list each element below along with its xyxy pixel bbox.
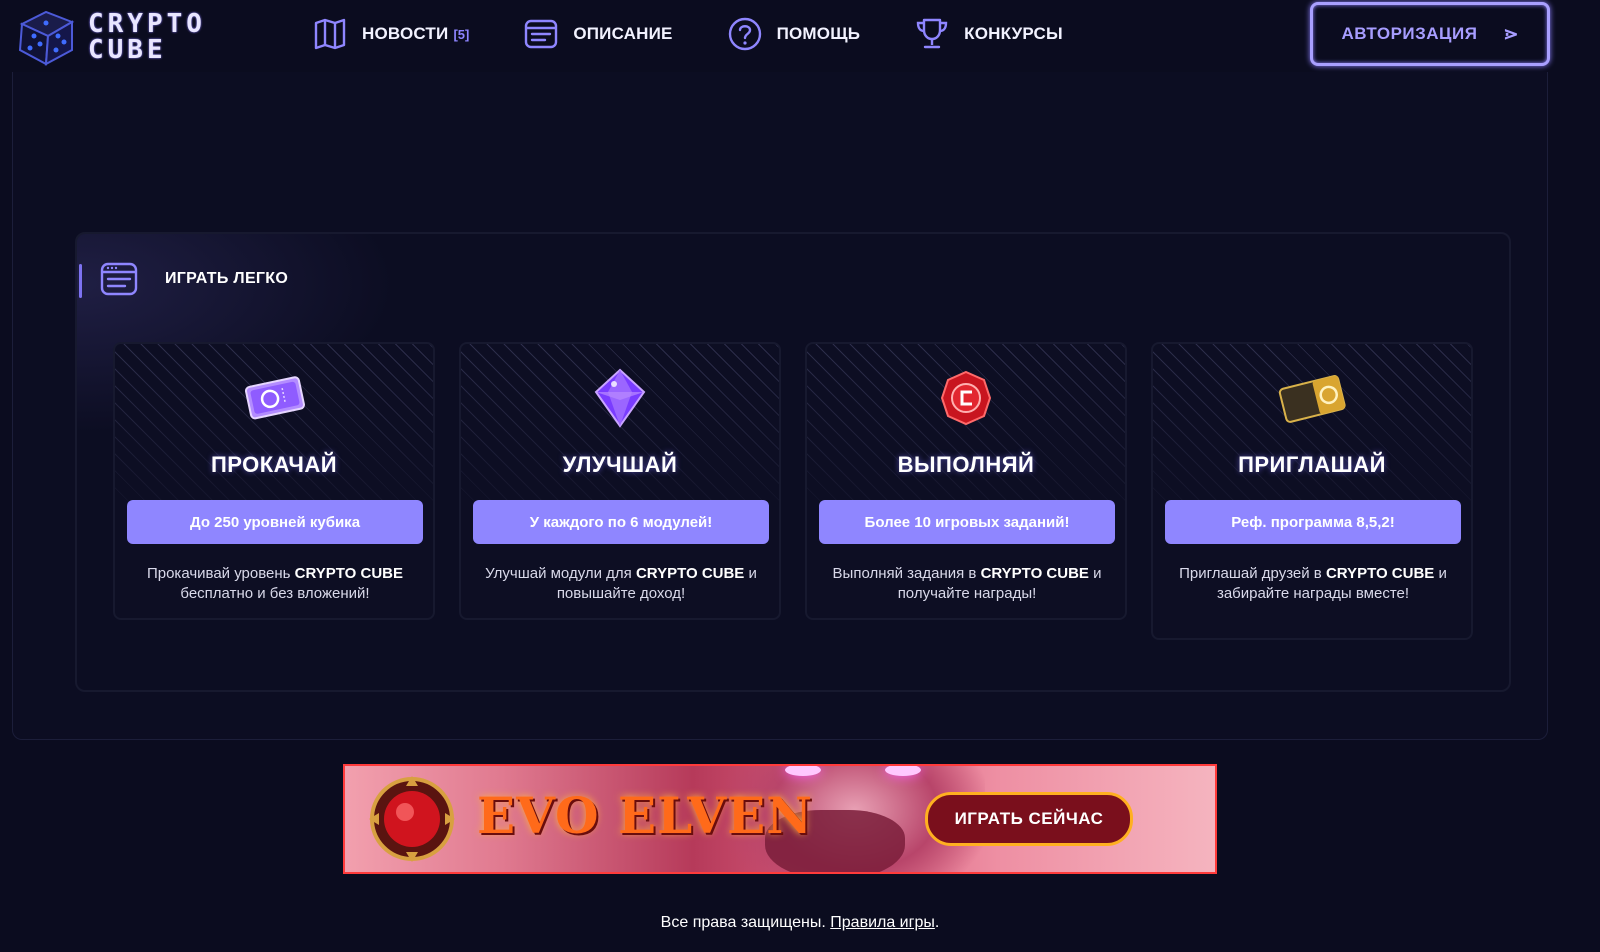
dice-cube-icon (18, 10, 75, 66)
banner-eye-glow (785, 766, 821, 776)
document-list-icon (525, 19, 558, 49)
play-now-button[interactable]: ИГРАТЬ СЕЙЧАС (925, 792, 1133, 846)
card-title: УЛУЧШАЙ (562, 452, 678, 477)
card-title: ВЫПОЛНЯЙ (897, 452, 1035, 477)
card-description: Приглашай друзей в CRYPTO CUBE и забирай… (1171, 564, 1455, 604)
banner-game-logo: EVO ELVEN (477, 786, 813, 845)
nav-label-contests: КОНКУРСЫ (964, 24, 1063, 43)
desc-brand: CRYPTO CUBE (1325, 565, 1435, 582)
gold-card-icon (1278, 375, 1346, 423)
card-feature-button[interactable]: Более 10 игровых заданий! (819, 500, 1115, 544)
purple-crystal-icon (594, 368, 646, 428)
card-feature-button[interactable]: До 250 уровней кубика (127, 500, 423, 544)
desc-text: Выполняй задания в (832, 565, 981, 582)
ticket-icon (244, 376, 305, 420)
footer-period: . (934, 914, 940, 931)
game-rules-link[interactable]: Правила игры (830, 914, 935, 931)
card-description: Выполняй задания в CRYPTO CUBE и получай… (825, 564, 1109, 604)
site-footer: Все права защищены. Правила игры. (0, 914, 1600, 932)
desc-text: Улучшай модули для (485, 565, 636, 582)
section-accent-bar (79, 264, 82, 298)
desc-brand: CRYPTO CUBE (980, 565, 1089, 582)
help-circle-icon (728, 17, 761, 51)
desc-text: Прокачивай уровень (146, 565, 295, 582)
feature-card-invite-friends: ПРИГЛАШАЙ Реф. программа 8,5,2! Приглаша… (1151, 342, 1473, 640)
authorization-label: АВТОРИЗАЦИЯ (1341, 24, 1478, 43)
card-description: Улучшай модули для CRYPTO CUBE и повышай… (479, 564, 763, 604)
evo-elven-ad-banner[interactable]: EVO ELVEN ИГРАТЬ СЕЙЧАС (343, 764, 1217, 874)
brand-wordmark: CRYPTO CUBE (88, 11, 258, 63)
feature-card-upgrade-level: ПРОКАЧАЙ До 250 уровней кубика Прокачива… (113, 342, 435, 620)
nav-item-help[interactable]: ПОМОЩЬ (727, 16, 861, 52)
desc-brand: CRYPTO CUBE (294, 565, 404, 582)
main-container: ИГРАТЬ ЛЕГКО ПРОКАЧАЙ До 250 уровней куб… (12, 72, 1548, 740)
nav-item-contests[interactable]: КОНКУРСЫ (914, 16, 1063, 52)
card-description: Прокачивай уровень CRYPTO CUBE бесплатно… (133, 564, 417, 604)
arrow-right-icon: ⋗ (1503, 23, 1519, 44)
section-title: ИГРАТЬ ЛЕГКО (165, 270, 289, 287)
news-count-badge: [5] (453, 26, 470, 42)
feature-card-improve-modules: УЛУЧШАЙ У каждого по 6 модулей! Улучшай … (459, 342, 781, 620)
nav-item-description[interactable]: ОПИСАНИЕ (523, 16, 672, 52)
trophy-icon (916, 18, 948, 49)
nav-item-news[interactable]: НОВОСТИ [5] (312, 16, 469, 52)
red-token-icon (940, 370, 992, 426)
red-gem-emblem-icon (369, 776, 455, 862)
desc-text: бесплатно и без вложений! (180, 585, 370, 602)
nav-label-description: ОПИСАНИЕ (573, 24, 673, 43)
desc-text: Приглашай друзей в (1179, 565, 1326, 582)
main-nav: НОВОСТИ [5] ОПИСАНИЕ ПОМОЩЬ КОНКУРСЫ (312, 16, 1117, 52)
section-header: ИГРАТЬ ЛЕГКО (99, 260, 288, 298)
card-title: ПРИГЛАШАЙ (1238, 452, 1386, 477)
authorization-button[interactable]: АВТОРИЗАЦИЯ ⋗ (1310, 2, 1550, 66)
card-title: ПРОКАЧАЙ (210, 452, 338, 477)
feature-card-complete-tasks: ВЫПОЛНЯЙ Более 10 игровых заданий! Выпол… (805, 342, 1127, 620)
nav-label-help: ПОМОЩЬ (776, 24, 861, 43)
map-icon (314, 18, 346, 50)
desc-brand: CRYPTO CUBE (635, 565, 745, 582)
banner-eye-glow (885, 766, 921, 776)
brand-line-1: CRYPTO (88, 9, 206, 39)
copyright-text: Все права защищены. (660, 914, 826, 931)
card-feature-button[interactable]: У каждого по 6 модулей! (473, 500, 769, 544)
nav-label-news: НОВОСТИ (362, 24, 449, 43)
site-header: CRYPTO CUBE НОВОСТИ [5] ОПИСАНИЕ ПОМОЩЬ … (0, 0, 1600, 72)
brand-line-2: CUBE (88, 35, 167, 65)
card-feature-button[interactable]: Реф. программа 8,5,2! (1165, 500, 1461, 544)
browser-window-icon (100, 262, 138, 296)
site-logo[interactable]: CRYPTO CUBE (14, 6, 258, 68)
play-easy-section: ИГРАТЬ ЛЕГКО ПРОКАЧАЙ До 250 уровней куб… (75, 232, 1511, 692)
